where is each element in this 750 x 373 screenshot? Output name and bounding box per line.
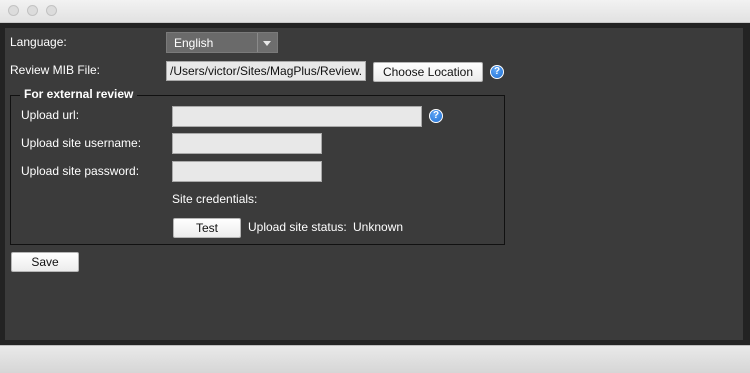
minimize-window-button[interactable] xyxy=(27,5,38,16)
site-credentials-label: Site credentials: xyxy=(172,192,258,206)
close-window-button[interactable] xyxy=(8,5,19,16)
upload-status-value: Unknown xyxy=(353,220,404,234)
language-selected-value: English xyxy=(174,36,214,50)
upload-status-label: Upload site status: xyxy=(248,220,347,234)
help-icon[interactable]: ? xyxy=(490,65,504,79)
upload-url-field[interactable] xyxy=(172,106,422,127)
save-button[interactable]: Save xyxy=(11,252,79,272)
upload-password-field[interactable] xyxy=(172,161,322,182)
upload-username-label: Upload site username: xyxy=(21,136,142,150)
upload-password-label: Upload site password: xyxy=(21,164,140,178)
bottom-bar xyxy=(0,345,750,373)
chevron-down-icon xyxy=(263,41,271,46)
upload-username-field[interactable] xyxy=(172,133,322,154)
upload-url-label: Upload url: xyxy=(21,108,80,122)
title-bar xyxy=(0,0,750,23)
review-mib-label: Review MIB File: xyxy=(10,63,101,77)
zoom-window-button[interactable] xyxy=(46,5,57,16)
window: Language: English Review MIB File: Choos… xyxy=(0,0,750,373)
language-select[interactable]: English xyxy=(166,32,278,53)
choose-location-button[interactable]: Choose Location xyxy=(373,62,483,82)
review-mib-path-field[interactable] xyxy=(166,61,366,81)
external-review-legend: For external review xyxy=(20,87,138,101)
dropdown-arrow-box[interactable] xyxy=(257,33,277,52)
help-icon[interactable]: ? xyxy=(429,109,443,123)
language-label: Language: xyxy=(10,35,67,49)
test-button[interactable]: Test xyxy=(173,218,241,238)
